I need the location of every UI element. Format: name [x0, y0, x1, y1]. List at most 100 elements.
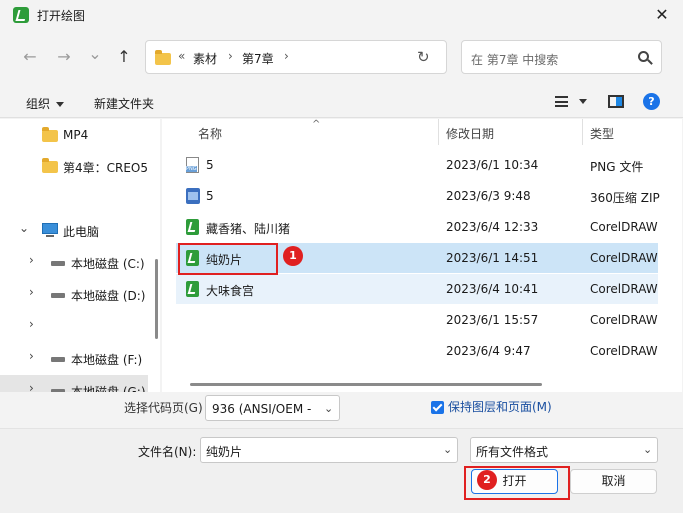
drive-icon	[51, 293, 65, 298]
breadcrumb-item[interactable]: 素材	[193, 50, 217, 67]
sidebar-scrollbar[interactable]	[155, 259, 158, 339]
file-type: CorelDRAW	[590, 282, 658, 296]
folder-icon	[42, 127, 58, 142]
filename-label: 文件名(N):	[138, 445, 197, 459]
file-date: 2023/6/4 10:41	[446, 282, 539, 296]
file-list: ^ 名称 修改日期 类型 5 2023/6/1 10:34 PNG 文件 5 2…	[162, 119, 682, 392]
sidebar-item-label: 本地磁盘 (C:)	[71, 257, 145, 271]
organize-button[interactable]: 组织	[26, 95, 65, 112]
file-type: PNG 文件	[590, 160, 644, 174]
breadcrumb-overflow[interactable]: «	[178, 49, 185, 63]
computer-icon	[42, 223, 58, 237]
png-file-icon	[186, 157, 199, 173]
annotation-badge-2: 2	[477, 470, 497, 490]
breadcrumb-item[interactable]: 第7章	[242, 50, 274, 67]
new-folder-button[interactable]: 新建文件夹	[94, 95, 154, 112]
chevron-down-icon	[56, 102, 65, 107]
column-header-date[interactable]: 修改日期	[446, 125, 494, 151]
sidebar-item-mp4[interactable]: MP4	[0, 120, 148, 150]
column-header-type[interactable]: 类型	[590, 125, 614, 151]
recent-locations-chevron-icon[interactable]: ⌄	[83, 42, 107, 66]
code-page-value: 936 (ANSI/OEM -	[212, 402, 312, 416]
search-icon[interactable]	[638, 51, 649, 62]
navigation-pane: MP4 第4章：CREO5 ⌄ 此电脑 › 本地磁盘 (C:) › 本地磁盘 (…	[0, 119, 160, 392]
chevron-right-icon[interactable]: ›	[29, 317, 34, 331]
sidebar-item-label: 本地磁盘 (G:)	[71, 385, 146, 392]
chevron-right-icon[interactable]: ›	[29, 253, 34, 267]
file-type: 360压缩 ZIP	[590, 191, 660, 205]
coreldraw-file-icon	[186, 219, 199, 235]
coreldraw-app-icon	[13, 7, 29, 23]
file-date: 2023/6/1 14:51	[446, 251, 539, 265]
search-placeholder: 在 第7章 中搜索	[471, 53, 559, 67]
view-options-chevron-icon[interactable]	[579, 99, 587, 104]
column-divider[interactable]	[582, 119, 583, 145]
sidebar-item-drive-f[interactable]: › 本地磁盘 (F:)	[0, 343, 148, 373]
annotation-badge-1: 1	[283, 246, 303, 266]
search-box[interactable]: 在 第7章 中搜索	[461, 40, 662, 74]
forward-arrow-icon[interactable]: →	[52, 45, 76, 69]
filename-input[interactable]: 纯奶片 ⌄	[200, 437, 458, 463]
code-page-select[interactable]: 936 (ANSI/OEM - ⌄	[205, 395, 340, 421]
up-arrow-icon[interactable]: ↑	[112, 45, 136, 69]
sidebar-item-label: 本地磁盘 (D:)	[71, 289, 146, 303]
sidebar-item-drive-c[interactable]: › 本地磁盘 (C:)	[0, 247, 148, 277]
sidebar-item-drive-g[interactable]: › 本地磁盘 (G:)	[0, 375, 148, 392]
address-bar[interactable]: « 素材 › 第7章 › ↻	[145, 40, 447, 74]
file-row[interactable]: 2023/6/1 15:57 CorelDRAW	[176, 305, 658, 335]
dialog-footer: 文件名(N): 纯奶片 ⌄ 所有文件格式 ⌄ 打开 取消 2	[0, 428, 683, 513]
sidebar-item-collapsed[interactable]: ›	[0, 311, 148, 341]
sidebar-item-chapter4[interactable]: 第4章：CREO5	[0, 151, 148, 181]
column-divider[interactable]	[438, 119, 439, 145]
title-bar: 打开绘图 ✕	[0, 0, 683, 30]
back-arrow-icon[interactable]: ←	[18, 45, 42, 69]
help-icon[interactable]: ?	[643, 93, 660, 110]
horizontal-scrollbar[interactable]	[190, 383, 542, 386]
chevron-down-icon[interactable]: ⌄	[443, 443, 452, 456]
sidebar-item-this-pc[interactable]: ⌄ 此电脑	[0, 215, 148, 245]
file-name: 5	[206, 158, 214, 172]
file-type-select[interactable]: 所有文件格式 ⌄	[470, 437, 658, 463]
file-type: CorelDRAW	[590, 313, 658, 327]
folder-icon	[155, 50, 171, 65]
file-type: CorelDRAW	[590, 251, 658, 265]
chevron-down-icon[interactable]: ⌄	[19, 221, 29, 235]
file-row[interactable]: 2023/6/4 9:47 CorelDRAW	[176, 336, 658, 366]
file-type: CorelDRAW	[590, 344, 658, 358]
file-date: 2023/6/3 9:48	[446, 189, 531, 203]
chevron-down-icon: ⌄	[643, 443, 653, 456]
sidebar-item-drive-d[interactable]: › 本地磁盘 (D:)	[0, 279, 148, 309]
chevron-right-icon[interactable]: ›	[29, 285, 34, 299]
file-row[interactable]: 5 2023/6/3 9:48 360压缩 ZIP	[176, 181, 660, 211]
code-page-label: 选择代码页(G)	[124, 401, 203, 415]
file-name: 藏香猪、陆川猪	[206, 222, 291, 236]
refresh-icon[interactable]: ↻	[417, 48, 430, 66]
breadcrumb-separator: ›	[284, 49, 289, 63]
file-type: CorelDRAW	[590, 220, 658, 234]
column-header-name[interactable]: 名称	[198, 125, 222, 151]
annotation-highlight-box	[178, 243, 278, 275]
file-row[interactable]: 5 2023/6/1 10:34 PNG 文件	[176, 150, 658, 180]
zip-file-icon	[186, 188, 200, 204]
file-date: 2023/6/1 15:57	[446, 313, 539, 327]
chevron-right-icon[interactable]: ›	[29, 349, 34, 363]
keep-layers-label[interactable]: 保持图层和页面(M)	[448, 398, 552, 415]
close-button[interactable]: ✕	[648, 2, 676, 28]
keep-layers-checkbox[interactable]	[431, 401, 444, 414]
preview-pane-icon[interactable]	[608, 95, 624, 108]
chevron-right-icon[interactable]: ›	[29, 381, 34, 392]
folder-icon	[42, 158, 58, 173]
cancel-button[interactable]: 取消	[570, 469, 657, 494]
organize-label: 组织	[26, 97, 51, 111]
drive-icon	[51, 357, 65, 362]
options-row: 选择代码页(G) 936 (ANSI/OEM - ⌄ 保持图层和页面(M)	[0, 392, 683, 428]
file-name: 5	[206, 189, 214, 203]
file-row[interactable]: 藏香猪、陆川猪 2023/6/4 12:33 CorelDRAW	[176, 212, 658, 242]
navigation-bar: ← → ⌄ ↑ « 素材 › 第7章 › ↻ 在 第7章 中搜索	[0, 38, 683, 78]
command-bar: 组织 新建文件夹 ?	[0, 86, 683, 118]
sidebar-item-label: 第4章：CREO5	[63, 161, 149, 175]
view-list-icon[interactable]	[555, 96, 568, 107]
sidebar-item-label: MP4	[63, 128, 89, 142]
file-row[interactable]: 大味食宫 2023/6/4 10:41 CorelDRAW	[176, 274, 658, 304]
file-name: 大味食宫	[206, 284, 255, 298]
